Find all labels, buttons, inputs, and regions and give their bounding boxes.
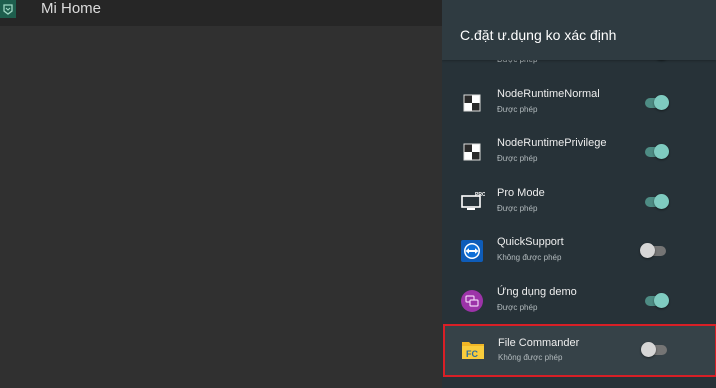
app-permission-toggle[interactable] — [640, 293, 670, 309]
app-permission-status: Không được phép — [498, 353, 563, 362]
app-name: Pro Mode — [497, 187, 545, 199]
panel-header: C.đặt ư.dụng ko xác định — [442, 0, 716, 60]
app-name: QuickSupport — [497, 236, 564, 248]
unknown-apps-panel: C.đặt ư.dụng ko xác định Được phép — [442, 0, 716, 388]
app-permission-status: Được phép — [497, 303, 538, 312]
panel-title: C.đặt ư.dụng ko xác định — [460, 27, 617, 43]
app-permission-toggle[interactable] — [640, 95, 670, 111]
app-row-selected[interactable]: FC File Commander Không được phép — [443, 324, 716, 377]
app-title: Mi Home — [41, 0, 102, 17]
app-permission-toggle[interactable] — [640, 194, 670, 210]
app-row[interactable]: NodeRuntimeNormal Được phép — [442, 78, 716, 127]
mi-home-icon[interactable] — [0, 0, 16, 18]
app-permission-toggle[interactable] — [640, 243, 670, 259]
svg-text:PRO: PRO — [475, 192, 485, 198]
demo-app-icon — [461, 290, 483, 312]
app-name: NodeRuntimeNormal — [497, 88, 600, 100]
pro-monitor-icon: PRO — [461, 191, 486, 213]
main-content-area — [0, 26, 442, 388]
svg-text:FC: FC — [466, 349, 478, 359]
app-name: File Commander — [498, 337, 580, 349]
app-permission-toggle[interactable] — [640, 144, 670, 160]
app-permission-status: Không được phép — [497, 253, 562, 262]
app-permission-status: Được phép — [497, 204, 538, 213]
grid-squares-icon — [461, 141, 483, 163]
app-row[interactable]: Ứng dụng demo Được phép — [442, 276, 716, 325]
app-bar: Mi Home — [0, 0, 442, 26]
teamviewer-icon — [461, 240, 483, 262]
file-commander-icon: FC — [461, 339, 484, 361]
grid-squares-icon — [461, 92, 483, 114]
app-row[interactable]: QuickSupport Không được phép — [442, 226, 716, 275]
app-row[interactable]: NodeRuntimePrivilege Được phép — [442, 127, 716, 176]
app-permission-toggle[interactable] — [641, 342, 671, 358]
app-name: Ứng dụng demo — [497, 286, 577, 298]
app-row[interactable]: PRO Pro Mode Được phép — [442, 177, 716, 226]
app-permission-status: Được phép — [497, 154, 538, 163]
app-permission-status: Được phép — [497, 105, 538, 114]
app-name: NodeRuntimePrivilege — [497, 137, 607, 149]
